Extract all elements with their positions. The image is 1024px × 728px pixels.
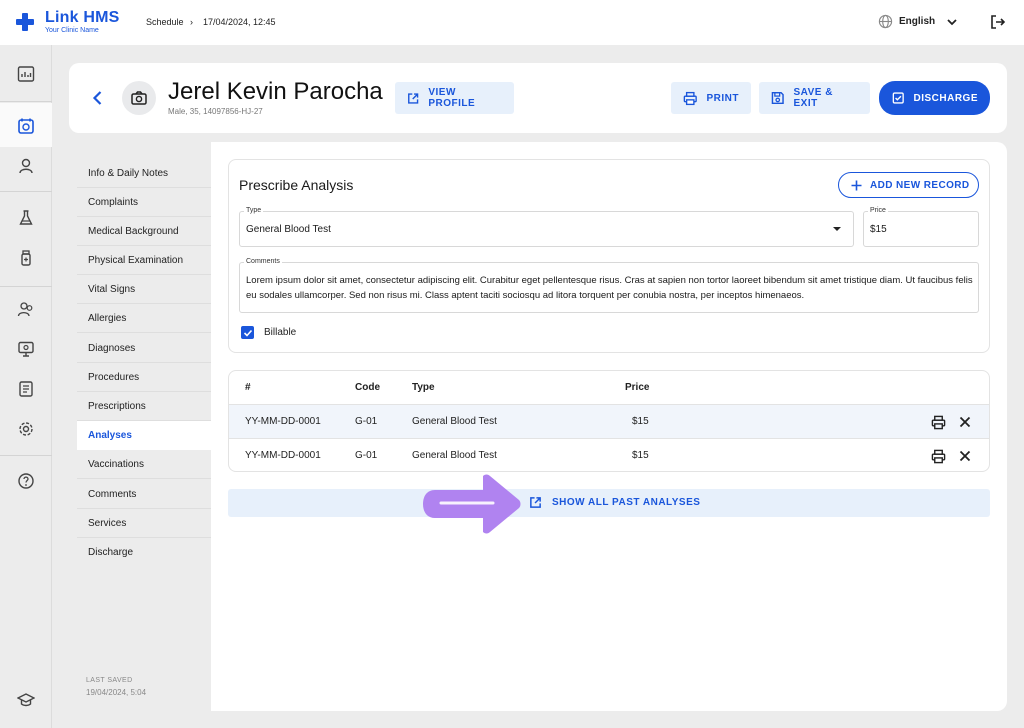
billable-checkbox[interactable] (241, 326, 254, 339)
external-link-icon (530, 497, 541, 508)
header-code: Code (355, 382, 380, 393)
sidebar-item-medical-background[interactable]: Medical Background (77, 217, 211, 246)
back-arrow-icon[interactable] (89, 89, 107, 107)
header-type: Type (412, 382, 435, 393)
last-saved-label: LAST SAVED (86, 677, 133, 684)
printer-icon[interactable] (931, 449, 946, 464)
plus-icon (851, 180, 862, 190)
row-code: G-01 (355, 450, 378, 461)
row-type: General Blood Test (412, 416, 497, 427)
print-button[interactable]: PRINT (671, 82, 751, 114)
lab-flask-icon[interactable] (16, 208, 36, 228)
breadcrumb-current: 17/04/2024, 12:45 (203, 17, 276, 27)
printer-icon (683, 91, 697, 105)
printer-icon[interactable] (931, 415, 946, 430)
report-icon[interactable] (16, 379, 36, 399)
discharge-button[interactable]: DISCHARGE (879, 81, 990, 115)
discharge-label: DISCHARGE (913, 92, 978, 104)
add-new-record-button[interactable]: ADD NEW RECORD (838, 172, 979, 198)
form-title: Prescribe Analysis (239, 177, 354, 193)
sidebar-item-complaints[interactable]: Complaints (77, 188, 211, 217)
type-value: General Blood Test (246, 224, 331, 235)
comments-label: Comments (244, 258, 282, 265)
save-exit-label: SAVE & EXIT (793, 87, 833, 109)
sidebar-item-vital-signs[interactable]: Vital Signs (77, 275, 211, 304)
row-price: $15 (632, 450, 649, 461)
breadcrumb-separator: › (190, 17, 193, 27)
user-icon[interactable] (16, 156, 36, 176)
caret-down-icon[interactable] (832, 225, 842, 233)
chevron-down-icon (947, 18, 957, 25)
patient-name: Jerel Kevin Parocha (168, 78, 383, 105)
type-label: Type (244, 207, 264, 214)
comments-value: Lorem ipsum dolor sit amet, consectetur … (246, 275, 973, 301)
table-row: YY-MM-DD-0001 G-01 General Blood Test $1… (229, 404, 989, 438)
patient-meta: Male, 35, 14097856-HJ-27 (168, 107, 263, 116)
sidebar-item-diagnoses[interactable]: Diagnoses (77, 334, 211, 363)
close-icon[interactable] (959, 416, 971, 428)
pointer-arrow-icon (423, 474, 521, 534)
row-num: YY-MM-DD-0001 (245, 416, 321, 427)
monitor-icon[interactable] (16, 339, 36, 359)
globe-icon (878, 14, 893, 29)
billable-label: Billable (264, 327, 297, 338)
view-profile-button[interactable]: VIEW PROFILE (395, 82, 514, 114)
sidebar-item-procedures[interactable]: Procedures (77, 363, 211, 392)
row-num: YY-MM-DD-0001 (245, 450, 321, 461)
print-label: PRINT (706, 92, 739, 104)
table-row: YY-MM-DD-0001 G-01 General Blood Test $1… (229, 438, 989, 472)
close-icon[interactable] (959, 450, 971, 462)
show-all-past-analyses-button[interactable]: SHOW ALL PAST ANALYSES (529, 496, 700, 509)
sidebar-item-vaccinations[interactable]: Vaccinations (77, 450, 211, 479)
type-select[interactable] (239, 211, 854, 247)
settings-icon[interactable] (16, 419, 36, 439)
save-icon (771, 91, 784, 105)
header-num: # (245, 382, 251, 393)
sidebar-item-info-daily-notes[interactable]: Info & Daily Notes (77, 159, 211, 188)
row-code: G-01 (355, 416, 378, 427)
medicine-bottle-icon[interactable] (16, 248, 36, 268)
sidebar-item-services[interactable]: Services (77, 509, 211, 538)
breadcrumb-schedule[interactable]: Schedule (146, 17, 184, 27)
sidebar-item-analyses[interactable]: Analyses (77, 421, 211, 450)
price-label: Price (868, 207, 888, 214)
language-label: English (899, 16, 936, 27)
header-price: Price (625, 382, 650, 393)
patient-avatar[interactable] (122, 81, 156, 115)
view-profile-label: VIEW PROFILE (428, 87, 476, 109)
sidebar-item-comments[interactable]: Comments (77, 480, 211, 509)
save-exit-button[interactable]: SAVE & EXIT (759, 82, 870, 114)
logout-icon[interactable] (989, 13, 1007, 31)
brand-name: Link HMS (45, 9, 120, 26)
checkmark-icon (243, 329, 252, 337)
external-link-icon (408, 92, 419, 104)
dashboard-icon[interactable] (16, 64, 36, 84)
show-all-label: SHOW ALL PAST ANALYSES (552, 497, 701, 508)
sidebar-item-prescriptions[interactable]: Prescriptions (77, 392, 211, 421)
calendar-icon[interactable] (16, 116, 36, 136)
top-bar: Link HMS Your Clinic Name Schedule › 17/… (0, 0, 1024, 45)
sidebar-item-allergies[interactable]: Allergies (77, 304, 211, 333)
logo-cross-icon (16, 13, 34, 31)
camera-icon (131, 91, 147, 105)
patients-icon[interactable] (16, 299, 36, 319)
last-saved-value: 19/04/2024, 5:04 (86, 688, 147, 697)
price-value: $15 (870, 224, 887, 235)
language-selector[interactable]: English (878, 14, 959, 29)
graduation-cap-icon[interactable] (16, 690, 36, 710)
sidebar-item-discharge[interactable]: Discharge (77, 538, 211, 567)
clipboard-check-icon (892, 92, 904, 104)
row-type: General Blood Test (412, 450, 497, 461)
sidebar-item-physical-examination[interactable]: Physical Examination (77, 246, 211, 275)
brand-tagline: Your Clinic Name (45, 27, 99, 34)
row-price: $15 (632, 416, 649, 427)
add-new-record-label: ADD NEW RECORD (870, 179, 970, 191)
help-icon[interactable] (16, 471, 36, 491)
